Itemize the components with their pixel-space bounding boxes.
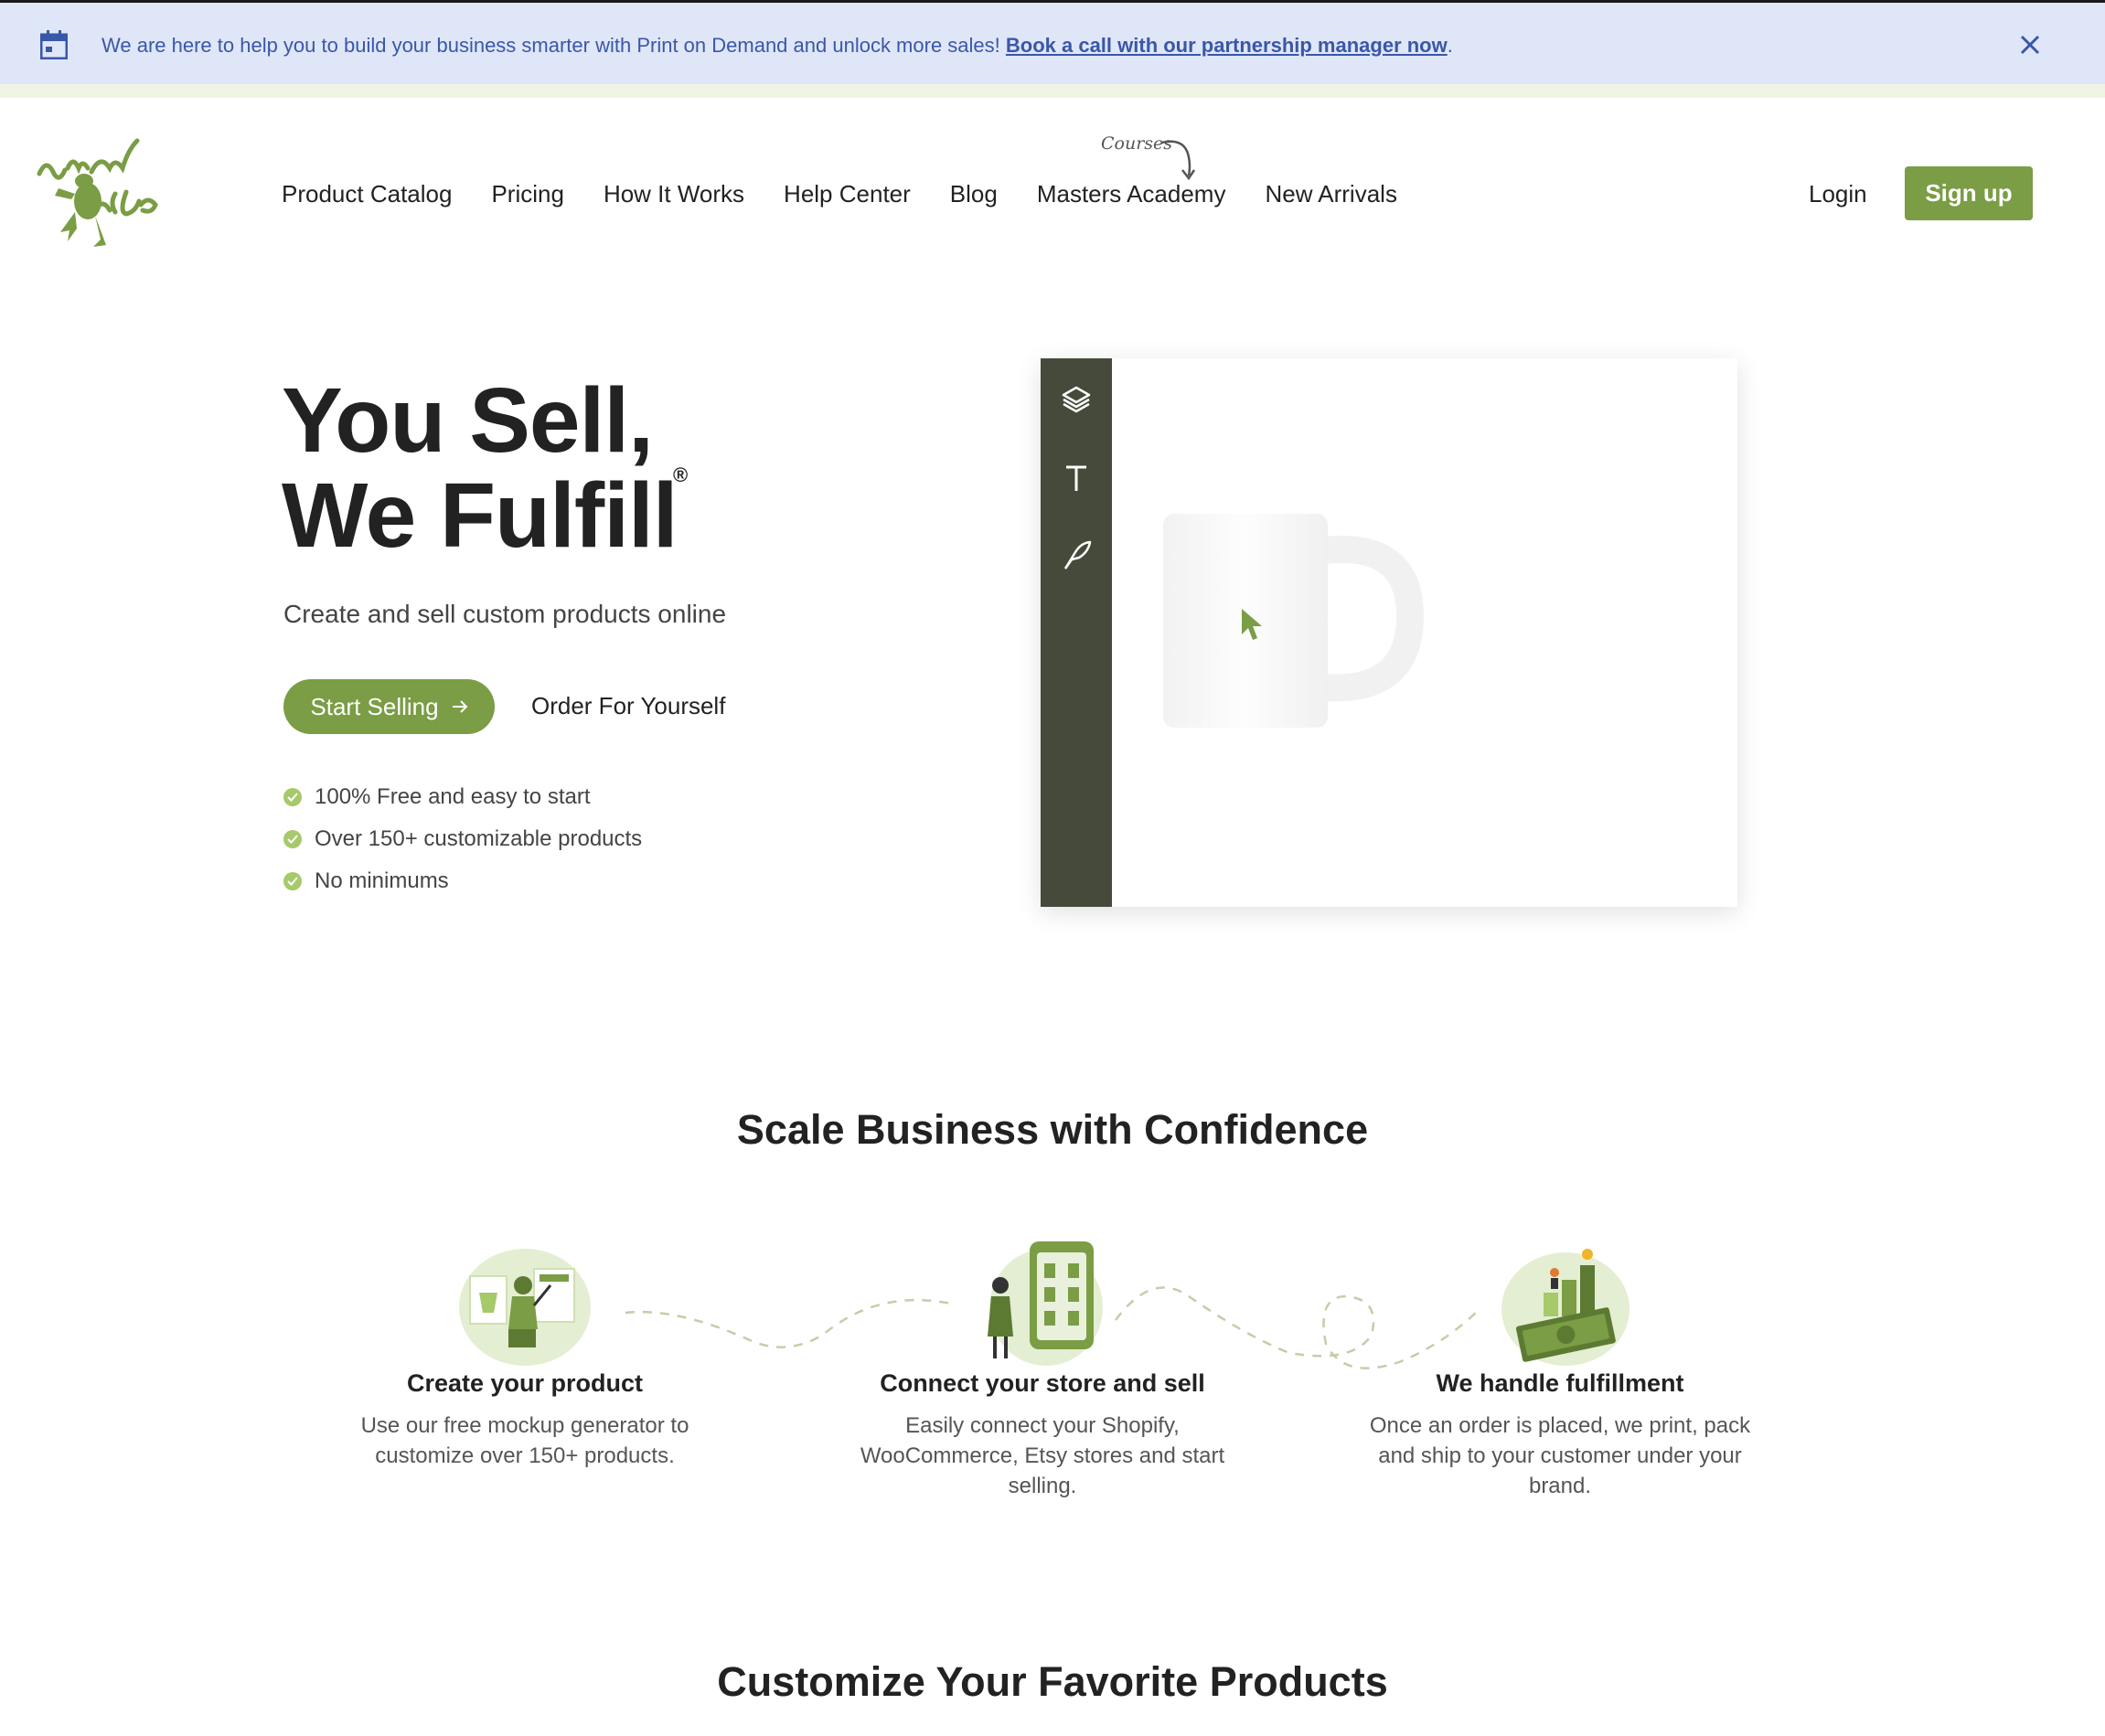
nav-new-arrivals[interactable]: New Arrivals [1265,176,1396,212]
hero-subtitle: Create and sell custom products online [283,600,727,628]
hero-title-line1: You Sell, [282,369,654,472]
signup-button[interactable]: Sign up [1905,166,2033,220]
hero-title: You Sell, We Fulfill [282,369,679,567]
step-description: Use our free mockup generator to customi… [360,1413,689,1468]
main-nav: Product Catalog Pricing How It Works Hel… [282,176,1437,212]
step-title: We handle fulfillment [1436,1369,1684,1397]
text-icon[interactable] [1061,463,1092,494]
step-title: Create your product [406,1369,644,1397]
start-selling-button[interactable]: Start Selling [283,679,495,734]
product-editor-preview [1041,358,1737,907]
benefit-text: 100% Free and easy to start [315,784,591,809]
start-selling-label: Start Selling [310,692,439,720]
arrow-right-icon [452,700,468,713]
phone-shop-illustration [988,1241,1103,1366]
customize-section-title: Customize Your Favorite Products [717,1658,1388,1705]
mug-image [1163,514,1425,728]
nav-masters-academy[interactable]: Masters Academy [1037,176,1226,212]
editor-toolbar [1041,358,1112,907]
banner-message: We are here to help you to build your bu… [102,33,1453,59]
nav-product-catalog[interactable]: Product Catalog [282,176,452,212]
check-icon [283,788,302,806]
banner-divider [0,84,2105,98]
announcement-banner: We are here to help you to build your bu… [0,3,2105,84]
benefits-list: 100% Free and easy to start Over 150+ cu… [283,776,642,902]
benefit-item: 100% Free and easy to start [283,776,642,818]
layers-icon[interactable] [1061,384,1092,415]
banner-text: We are here to help you to build your bu… [102,34,1006,57]
designer-illustration [459,1249,591,1366]
step-description: Easily connect your Shopify, WooCommerce… [860,1413,1225,1498]
curved-arrow-icon [1160,140,1196,181]
calendar-icon [40,30,68,59]
order-for-yourself-link[interactable]: Order For Yourself [531,692,725,720]
nav-how-it-works[interactable]: How It Works [604,176,744,212]
nav-help-center[interactable]: Help Center [784,176,911,212]
step-connect-store: Connect your store and sell Easily conne… [832,1232,1253,1501]
step-description: Once an order is placed, we print, pack … [1369,1413,1751,1498]
book-call-link[interactable]: Book a call with our partnership manager… [1006,34,1448,57]
check-icon [283,830,302,848]
cursor-pointer-icon [1242,609,1262,640]
close-icon[interactable] [2019,34,2041,56]
benefit-item: Over 150+ customizable products [283,818,642,860]
banner-suffix: . [1447,34,1453,57]
check-icon [283,872,302,890]
step-title: Connect your store and sell [880,1369,1205,1397]
pen-icon[interactable] [1061,539,1092,570]
hero-title-line2: We Fulfill [282,464,679,567]
frog-logo-icon[interactable] [35,128,181,256]
login-link[interactable]: Login [1809,176,1867,212]
money-growth-illustration [1501,1249,1630,1366]
benefit-item: No minimums [283,860,642,902]
benefit-text: Over 150+ customizable products [315,826,643,851]
nav-blog[interactable]: Blog [950,176,998,212]
nav-pricing[interactable]: Pricing [491,176,563,212]
step-fulfillment: We handle fulfillment Once an order is p… [1350,1232,1770,1501]
scale-section-title: Scale Business with Confidence [736,1106,1369,1153]
step-create-product: Create your product Use our free mockup … [315,1232,735,1471]
registered-mark: ® [673,463,689,486]
benefit-text: No minimums [315,868,449,893]
